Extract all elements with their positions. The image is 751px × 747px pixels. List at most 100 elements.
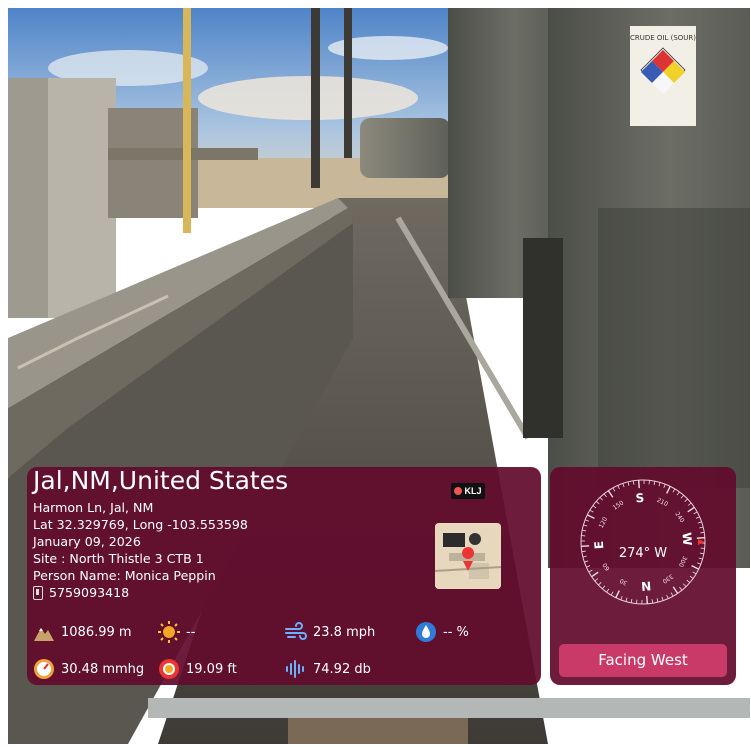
weather-value: -- [186,624,196,640]
sun-icon [158,621,180,643]
compass-tick [679,586,683,591]
compass-degree-label: 150 [612,499,626,511]
compass-degree-label: 210 [656,497,670,508]
compass-degree-label: 120 [598,516,609,530]
compass-tick [612,487,616,492]
compass-tick [680,494,684,499]
compass-tick [594,578,599,582]
compass-tick [699,526,704,529]
compass-tick [687,506,695,513]
accuracy-value: 19.09 ft [186,661,237,677]
humidity-metric: -- % [415,621,469,643]
compass-cardinal-w: W [679,532,694,546]
target-icon [159,659,179,679]
compass-tick [602,585,606,590]
person-text: Person Name: Monica Peppin [33,568,216,583]
compass-tick [588,569,593,573]
sound-wave-icon [286,660,304,678]
compass-tick [683,583,687,587]
compass-tick [696,536,705,539]
phone-icon [33,586,43,600]
altitude-value: 1086.99 m [61,624,132,640]
compass-tick [700,531,705,534]
compass-tick [627,481,630,486]
wind-metric: 23.8 mph [285,621,375,643]
compass-tick [693,511,698,515]
compass-reading: 274° W [618,546,668,561]
compass-tick [663,483,666,488]
compass-tick [637,480,640,489]
gauge-icon [34,659,54,679]
compass-tick [617,485,620,490]
compass-tick [584,560,589,563]
compass-cardinal-s: S [635,491,645,506]
accuracy-metric: 19.09 ft [158,658,237,680]
weather-metric: -- [158,621,195,643]
logo-text: KLJ [464,486,482,496]
compass-tick [684,498,688,502]
compass-tick [589,509,594,513]
compass-tick [603,493,607,498]
compass-tick [661,596,664,601]
compass-tick [697,562,702,565]
date-text: January 09, 2026 [33,534,141,549]
compass-tick [695,516,700,519]
compass-rose: NESW3060120150 210240300330 [580,479,706,605]
compass-degree-label: 240 [673,511,685,525]
compass-tick [584,519,589,522]
compass-tick [689,575,694,579]
noise-value: 74.92 db [313,661,371,677]
altitude-metric: 1086.99 m [33,621,132,643]
compass-tick [651,599,654,604]
pressure-metric: 30.48 mmhg [33,658,144,680]
compass-tick [595,501,600,505]
compass-tick [592,505,597,509]
compass-tick [666,485,671,494]
compass-degree-label: 60 [601,561,611,571]
location-info-panel: Jal,NM,United States Harmon Ln, Jal, NM … [27,467,541,685]
compass-tick [606,588,610,593]
compass-tick [670,592,674,597]
compass-tick [630,598,633,603]
site-text: Site : North Thistle 3 CTB 1 [33,551,204,566]
compass-tick [672,586,679,594]
compass-tick [591,571,599,578]
compass-tick [656,598,659,603]
compass-tick [586,565,591,568]
compass-tick [697,521,702,524]
compass-tick [666,594,669,599]
compass-cardinal-n: N [641,579,652,594]
compass-dial: N E S W 30 60 120 150 210 240 300 330 274° W [578,477,708,607]
humidity-icon [416,622,436,642]
compass-tick [607,490,614,498]
coordinates-text: Lat 32.329769, Long -103.553598 [33,517,248,532]
phone-text: 5759093418 [49,585,130,600]
logo-mark-icon [454,487,463,495]
compass-tick [692,571,697,575]
klj-logo: KLJ [451,483,485,499]
compass-panel: N E S W 30 60 120 150 210 240 300 330 274° W Facing… [550,467,736,685]
wind-value: 23.8 mph [313,624,376,640]
address-text: Harmon Ln, Jal, NM [33,500,154,515]
mountain-icon [34,628,54,641]
compass-tick [583,524,588,527]
compass-degree-label: 330 [661,572,675,584]
facing-direction-button[interactable]: Facing West [559,644,727,677]
compass-tick [686,579,691,583]
compass-tick [622,483,625,488]
humidity-value: -- % [443,624,469,640]
wind-icon [285,622,307,640]
map-thumbnail[interactable] [435,523,501,589]
noise-metric: 74.92 db [285,658,371,680]
compass-tick [691,565,700,570]
compass-degree-label: 30 [619,577,629,587]
compass-tick [620,596,623,601]
compass-tick [610,591,614,596]
location-title: Jal,NM,United States [33,466,289,495]
compass-tick [676,491,680,496]
pressure-value: 30.48 mmhg [61,661,145,677]
compass-tick [582,529,587,532]
compass-tick [599,497,603,501]
compass-tick [598,582,602,586]
heading-marker-icon [698,539,705,545]
